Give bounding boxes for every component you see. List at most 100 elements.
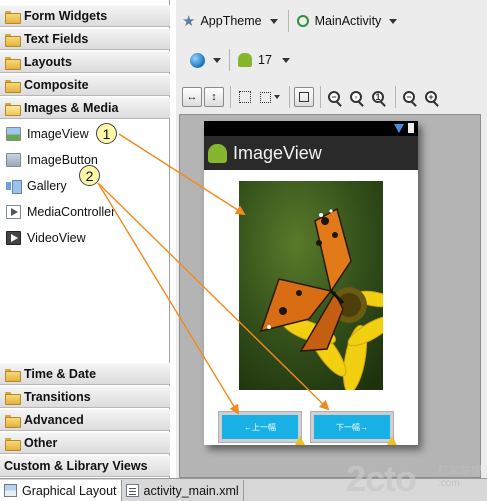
android-icon: [238, 53, 252, 67]
palette-item-label: VideoView: [27, 231, 86, 245]
palette-item-label: MediaController: [27, 205, 116, 219]
butterfly-image-art: [239, 181, 383, 390]
zoom-fit-icon[interactable]: −: [325, 88, 343, 107]
category-label: Other: [24, 436, 58, 450]
toggle-fill-width-button[interactable]: ↔: [182, 87, 202, 107]
next-image-button[interactable]: 下一幅→: [310, 411, 397, 445]
gallery-icon: [6, 179, 22, 194]
resize-icon[interactable]: [257, 87, 283, 107]
theme-star-icon: ★: [182, 13, 196, 30]
action-bar: ImageView: [204, 136, 418, 170]
chevron-down-icon: [269, 18, 278, 24]
category-label: Advanced: [24, 413, 84, 427]
folder-icon: [5, 33, 21, 47]
tab-label: Graphical Layout: [22, 483, 117, 498]
xml-file-icon: [125, 484, 139, 497]
category-composite[interactable]: Composite: [0, 74, 170, 96]
zoom-real-size-icon[interactable]: ◦: [347, 88, 365, 107]
imageview-icon: [6, 127, 21, 141]
graphical-layout-icon: [4, 484, 17, 497]
warning-icon: [387, 436, 397, 445]
locale-dropdown[interactable]: [190, 52, 221, 68]
toolbar-separator: [229, 49, 230, 71]
palette-item-label: Gallery: [27, 179, 67, 193]
wifi-icon: [394, 124, 404, 133]
toolbar-separator: [289, 86, 290, 108]
activity-dropdown[interactable]: MainActivity: [315, 14, 398, 28]
toggle-fill-height-button[interactable]: ↕: [204, 87, 224, 107]
category-other[interactable]: Other: [0, 432, 170, 454]
category-layouts[interactable]: Layouts: [0, 51, 170, 73]
layout-canvas[interactable]: ImageView ←上一幅 下一幅→: [179, 114, 481, 478]
theme-dropdown[interactable]: AppTheme: [200, 14, 278, 28]
category-form-widgets[interactable]: Form Widgets: [0, 5, 170, 27]
api-level-dropdown[interactable]: 17: [238, 53, 290, 67]
videoview-icon: [6, 231, 21, 245]
imagebutton-icon: [6, 153, 21, 167]
folder-open-icon: [5, 102, 21, 116]
palette-item-gallery[interactable]: Gallery: [6, 176, 67, 196]
category-advanced[interactable]: Advanced: [0, 409, 170, 431]
globe-icon: [190, 52, 205, 68]
callout-2: 2: [79, 165, 100, 186]
watermark-cn: 红黑联盟: [438, 465, 482, 477]
layout-editor: ★ AppTheme MainActivity 17 ↔ ↕ − ◦ 1 − +…: [176, 0, 487, 478]
chevron-down-icon: [281, 57, 290, 63]
tab-activity-main-xml[interactable]: activity_main.xml: [122, 480, 244, 501]
toolbar-separator: [320, 86, 321, 108]
watermark-logo: 2cto: [346, 458, 417, 499]
api-level-label: 17: [258, 53, 272, 67]
category-label: Text Fields: [24, 32, 89, 46]
baseline-icon[interactable]: [294, 87, 314, 107]
category-label: Custom & Library Views: [4, 459, 148, 473]
chevron-down-icon: [389, 18, 398, 24]
zoom-100-icon[interactable]: 1: [369, 88, 387, 107]
toolbar-separator: [287, 10, 289, 32]
chevron-down-icon: [213, 57, 221, 63]
next-button-label: 下一幅→: [314, 415, 390, 439]
category-time-date[interactable]: Time & Date: [0, 363, 170, 385]
app-title: ImageView: [233, 142, 322, 163]
folder-icon: [5, 10, 21, 24]
folder-icon: [5, 79, 21, 93]
category-label: Form Widgets: [24, 9, 108, 23]
zoom-out-icon[interactable]: −: [400, 88, 418, 107]
folder-icon: [5, 414, 21, 428]
activity-label: MainActivity: [314, 14, 382, 28]
category-label: Images & Media: [24, 101, 119, 115]
callout-1: 1: [96, 123, 117, 144]
watermark-suffix: .com: [438, 478, 460, 489]
margins-icon[interactable]: [235, 87, 255, 107]
palette-item-videoview[interactable]: VideoView: [6, 228, 86, 248]
zoom-in-icon[interactable]: +: [422, 88, 440, 107]
category-label: Layouts: [24, 55, 72, 69]
warning-icon: [295, 436, 305, 445]
activity-icon: [296, 15, 309, 27]
status-bar: [204, 121, 418, 136]
palette-panel: Form Widgets Text Fields Layouts Composi…: [0, 0, 170, 478]
folder-icon: [5, 437, 21, 451]
device-preview: ImageView ←上一幅 下一幅→: [204, 121, 418, 445]
category-label: Transitions: [24, 390, 91, 404]
tab-label: activity_main.xml: [143, 483, 239, 498]
folder-icon: [5, 368, 21, 382]
category-label: Time & Date: [24, 367, 97, 381]
category-transitions[interactable]: Transitions: [0, 386, 170, 408]
toolbar-separator: [395, 86, 396, 108]
palette-item-label: ImageView: [27, 127, 89, 141]
category-label: Composite: [24, 78, 89, 92]
toolbar-separator: [230, 86, 231, 108]
folder-icon: [5, 56, 21, 70]
category-custom-library-views[interactable]: Custom & Library Views: [0, 455, 170, 477]
category-text-fields[interactable]: Text Fields: [0, 28, 170, 50]
category-images-media[interactable]: Images & Media: [0, 97, 170, 119]
mediacontroller-icon: [6, 205, 21, 219]
config-toolbar-row-2: 17: [176, 47, 487, 73]
android-icon: [208, 143, 227, 163]
tab-graphical-layout[interactable]: Graphical Layout: [0, 480, 122, 501]
previous-image-button[interactable]: ←上一幅: [218, 411, 305, 445]
butterfly-image[interactable]: [239, 181, 383, 390]
palette-item-mediacontroller[interactable]: MediaController: [6, 202, 115, 222]
palette-item-imageview[interactable]: ImageView: [6, 124, 89, 144]
theme-label: AppTheme: [200, 14, 262, 28]
